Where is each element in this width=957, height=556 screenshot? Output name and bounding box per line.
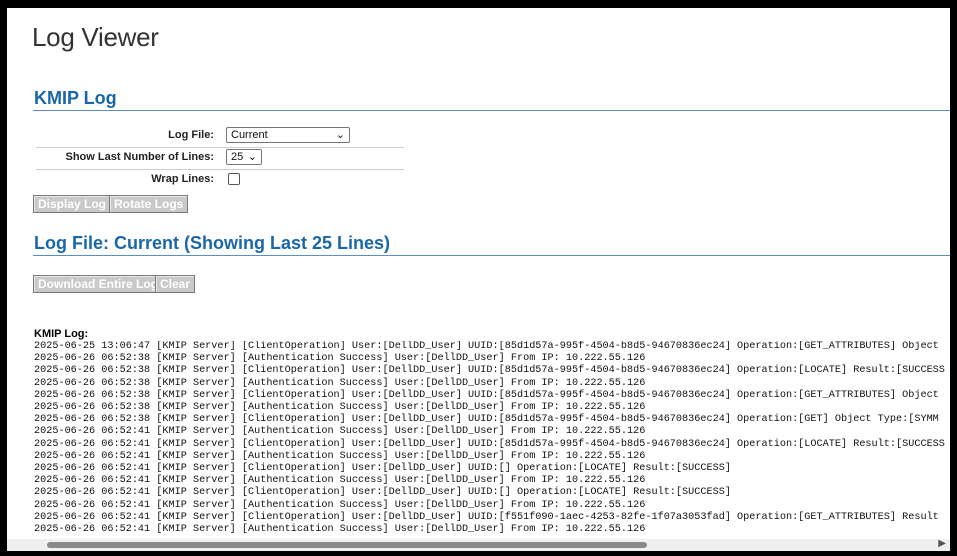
log-line: 2025-06-26 06:52:41 [KMIP Server] [Authe… [34, 475, 646, 487]
rotate-logs-button[interactable]: Rotate Logs [109, 195, 189, 213]
log-line: 2025-06-26 06:52:38 [KMIP Server] [Authe… [34, 402, 646, 414]
log-line: 2025-06-26 06:52:38 [KMIP Server] [Authe… [34, 377, 646, 389]
log-line: 2025-06-26 06:52:41 [KMIP Server] [Clien… [34, 511, 939, 523]
log-file-row: Log File: Current ⌄ [36, 125, 404, 148]
log-line: 2025-06-26 06:52:38 [KMIP Server] [Authe… [34, 353, 646, 365]
log-output: 2025-06-25 13:06:47 [KMIP Server] [Clien… [34, 341, 950, 539]
log-line: 2025-06-26 06:52:41 [KMIP Server] [Authe… [34, 426, 646, 438]
display-log-button[interactable]: Display Log [33, 195, 112, 213]
horizontal-scrollbar[interactable]: ▶ [7, 538, 950, 551]
wrap-lines-checkbox[interactable] [228, 173, 240, 185]
log-line: 2025-06-26 06:52:41 [KMIP Server] [Clien… [34, 438, 945, 450]
wrap-row: Wrap Lines: [36, 169, 404, 191]
section-divider [33, 110, 950, 111]
clear-button[interactable]: Clear [155, 275, 196, 293]
log-line: 2025-06-26 06:52:38 [KMIP Server] [Clien… [34, 389, 939, 401]
lines-label: Show Last Number of Lines: [65, 151, 214, 163]
chevron-down-icon: ⌄ [335, 129, 345, 141]
lines-select[interactable]: 25 ⌄ [226, 149, 262, 165]
download-log-button[interactable]: Download Entire Log [33, 275, 163, 293]
section-title: KMIP Log [34, 88, 117, 108]
log-file-label: Log File: [168, 129, 214, 141]
wrap-label: Wrap Lines: [151, 173, 214, 185]
log-file-value: Current [231, 129, 268, 141]
log-file-heading: Log File: Current (Showing Last 25 Lines… [34, 233, 391, 253]
log-line: 2025-06-25 13:06:47 [KMIP Server] [Clien… [34, 341, 939, 352]
arrow-right-icon[interactable]: ▶ [938, 538, 946, 549]
page-title: Log Viewer [32, 22, 159, 52]
log-line: 2025-06-26 06:52:38 [KMIP Server] [Clien… [34, 414, 939, 426]
log-file-select[interactable]: Current ⌄ [226, 127, 350, 143]
log-line: 2025-06-26 06:52:41 [KMIP Server] [Authe… [34, 450, 646, 462]
log-section-divider [33, 255, 950, 256]
chevron-down-icon: ⌄ [247, 151, 257, 163]
log-line: 2025-06-26 06:52:41 [KMIP Server] [Clien… [34, 487, 731, 499]
log-line: 2025-06-26 06:52:41 [KMIP Server] [Authe… [34, 499, 646, 511]
scrollbar-thumb[interactable] [47, 542, 647, 548]
log-viewer-window: Log Viewer KMIP Log Log File: Current ⌄ … [7, 8, 950, 551]
lines-value: 25 [231, 151, 244, 163]
log-label: KMIP Log: [34, 328, 89, 340]
log-line: 2025-06-26 06:52:38 [KMIP Server] [Clien… [34, 365, 945, 377]
lines-row: Show Last Number of Lines: 25 ⌄ [36, 147, 404, 170]
log-line: 2025-06-26 06:52:41 [KMIP Server] [Authe… [34, 524, 646, 536]
log-line: 2025-06-26 06:52:41 [KMIP Server] [Clien… [34, 463, 731, 475]
